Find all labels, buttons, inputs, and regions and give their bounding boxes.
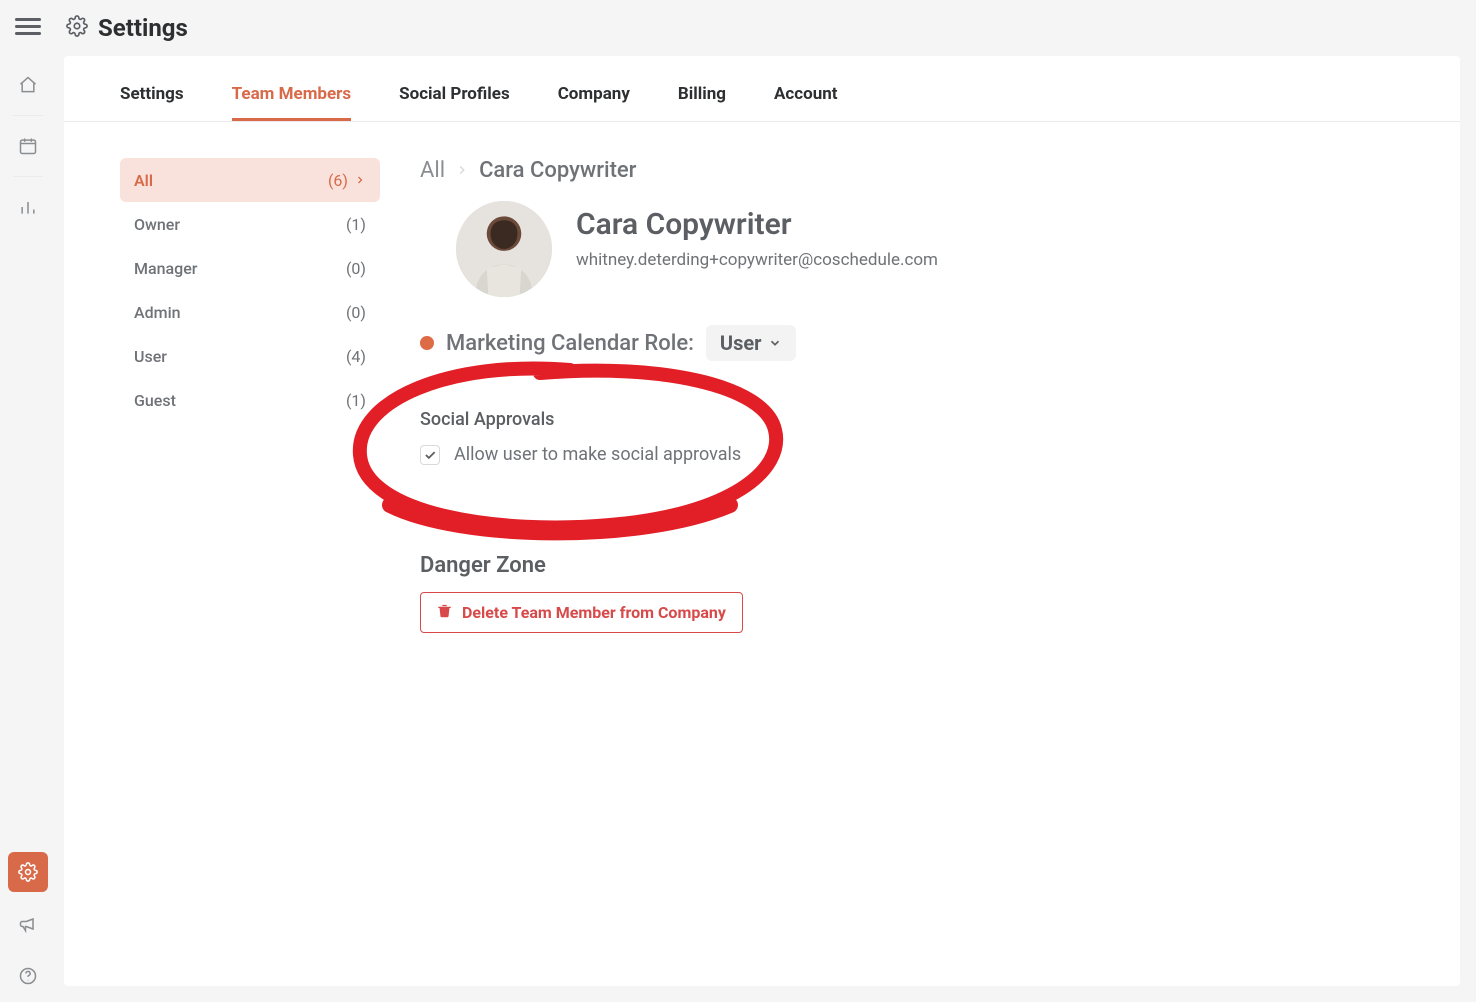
avatar (456, 201, 552, 297)
filter-count: (0) (346, 303, 366, 322)
filter-count: (0) (346, 259, 366, 278)
nav-analytics-icon[interactable] (8, 187, 48, 227)
filter-count: (1) (346, 391, 366, 410)
tab-settings[interactable]: Settings (120, 84, 184, 121)
filter-count: (4) (346, 347, 366, 366)
page-title: Settings (98, 14, 188, 42)
chevron-right-icon (354, 171, 366, 190)
breadcrumb-root[interactable]: All (420, 158, 445, 183)
member-name: Cara Copywriter (576, 207, 938, 242)
role-filter-list: All (6) Owner (1) Manager (0) (120, 158, 380, 633)
social-approvals-checkbox-label: Allow user to make social approvals (454, 444, 741, 465)
filter-admin[interactable]: Admin (0) (120, 290, 380, 334)
member-detail: All Cara Copywriter (420, 158, 1404, 633)
nav-megaphone-icon[interactable] (8, 904, 48, 944)
filter-label: All (134, 171, 153, 190)
tab-social-profiles[interactable]: Social Profiles (399, 84, 510, 121)
gear-icon (66, 15, 88, 41)
filter-label: Admin (134, 303, 181, 322)
filter-count: (1) (346, 215, 366, 234)
role-field-label: Marketing Calendar Role: (446, 331, 694, 356)
tab-company[interactable]: Company (558, 84, 630, 121)
hamburger-menu-icon[interactable] (15, 18, 41, 35)
delete-team-member-button[interactable]: Delete Team Member from Company (420, 592, 743, 633)
filter-owner[interactable]: Owner (1) (120, 202, 380, 246)
tab-account[interactable]: Account (774, 84, 838, 121)
trash-icon (437, 603, 452, 622)
danger-zone-heading: Danger Zone (420, 553, 1404, 578)
filter-all[interactable]: All (6) (120, 158, 380, 202)
nav-home-icon[interactable] (8, 65, 48, 105)
filter-label: Manager (134, 259, 197, 278)
filter-label: User (134, 347, 167, 366)
social-approvals-heading: Social Approvals (420, 409, 1404, 430)
tab-team-members[interactable]: Team Members (232, 84, 352, 121)
nav-calendar-icon[interactable] (8, 126, 48, 166)
nav-divider (13, 115, 43, 116)
chevron-down-icon (768, 331, 782, 355)
social-approvals-checkbox[interactable] (420, 445, 440, 465)
role-color-dot (420, 336, 434, 350)
role-dropdown[interactable]: User (706, 325, 796, 361)
topbar: Settings (56, 0, 1476, 56)
delete-button-label: Delete Team Member from Company (462, 603, 726, 622)
filter-label: Guest (134, 391, 176, 410)
settings-card: Settings Team Members Social Profiles Co… (64, 56, 1460, 986)
tab-billing[interactable]: Billing (678, 84, 726, 121)
member-email: whitney.deterding+copywriter@coschedule.… (576, 250, 938, 270)
filter-user[interactable]: User (4) (120, 334, 380, 378)
filter-count: (6) (328, 171, 348, 190)
filter-manager[interactable]: Manager (0) (120, 246, 380, 290)
chevron-right-icon (455, 158, 469, 183)
left-nav-rail (0, 0, 56, 1002)
nav-divider (13, 176, 43, 177)
breadcrumb: All Cara Copywriter (420, 158, 1404, 183)
filter-label: Owner (134, 215, 180, 234)
tab-bar: Settings Team Members Social Profiles Co… (64, 56, 1460, 122)
role-value: User (720, 331, 762, 355)
nav-help-icon[interactable] (8, 956, 48, 996)
filter-guest[interactable]: Guest (1) (120, 378, 380, 422)
breadcrumb-current: Cara Copywriter (479, 158, 636, 183)
nav-settings-icon[interactable] (8, 852, 48, 892)
